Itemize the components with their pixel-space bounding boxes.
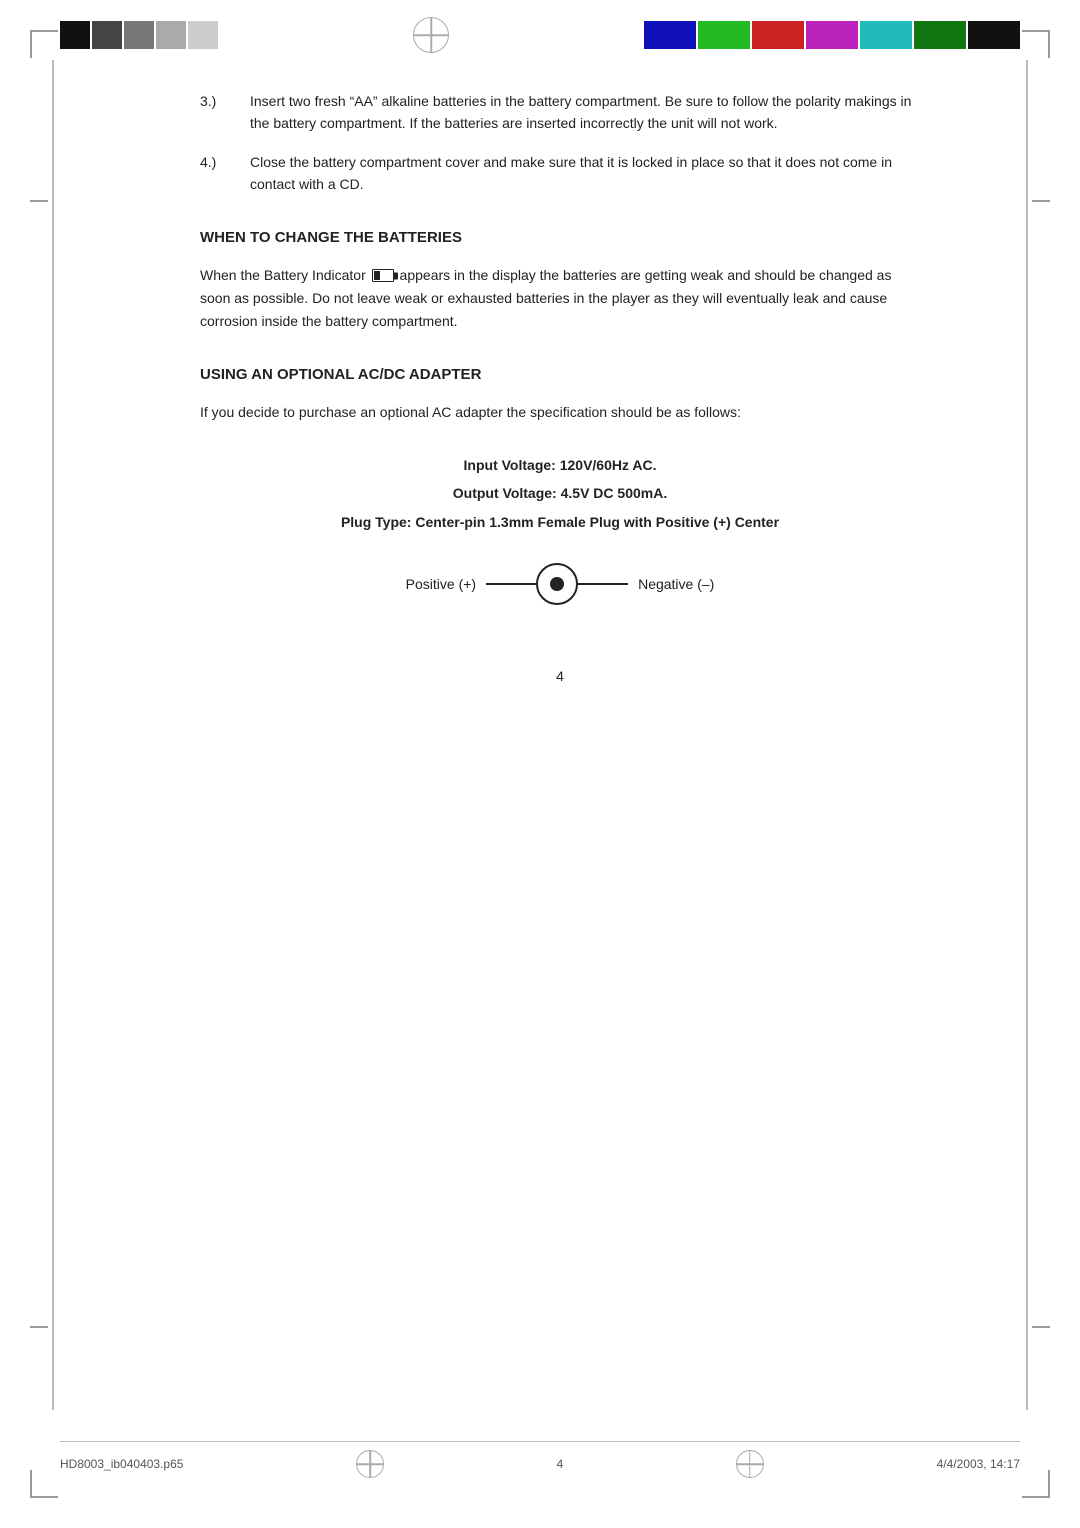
grayscale-bars <box>60 21 218 49</box>
tick-mark-left-top <box>30 200 48 202</box>
spec-line-3: Plug Type: Center-pin 1.3mm Female Plug … <box>200 511 920 533</box>
plug-circle-outer <box>536 563 578 605</box>
plug-positive-label: Positive (+) <box>406 573 476 595</box>
plug-negative-label: Negative (–) <box>638 573 714 595</box>
spec-line-2: Output Voltage: 4.5V DC 500mA. <box>200 482 920 504</box>
tick-mark-right-bottom <box>1032 1326 1050 1328</box>
footer-center: 4 <box>557 1457 564 1471</box>
steps-list: 3.) Insert two fresh “AA” alkaline batte… <box>200 90 920 196</box>
step-3-number: 3.) <box>200 90 250 135</box>
corner-mark-br <box>1022 1470 1050 1498</box>
plug-line-left <box>486 583 536 585</box>
step-3-text: Insert two fresh “AA” alkaline batteries… <box>250 90 920 135</box>
color-bar-green <box>698 21 750 49</box>
page-number: 4 <box>200 665 920 687</box>
corner-mark-bl <box>30 1470 58 1498</box>
step-4-item: 4.) Close the battery compartment cover … <box>200 151 920 196</box>
gray-bar-dark <box>92 21 122 49</box>
page-wrapper: 3.) Insert two fresh “AA” alkaline batte… <box>0 0 1080 1528</box>
tick-mark-right-top <box>1032 200 1050 202</box>
specs-block: Input Voltage: 120V/60Hz AC. Output Volt… <box>200 454 920 533</box>
battery-icon-inner <box>374 271 380 280</box>
step-3-item: 3.) Insert two fresh “AA” alkaline batte… <box>200 90 920 135</box>
top-bar <box>0 0 1080 70</box>
batteries-section-body: When the Battery Indicator appears in th… <box>200 264 920 333</box>
left-border-line <box>52 60 54 1410</box>
batteries-section-title: WHEN TO CHANGE THE BATTERIES <box>200 226 920 250</box>
color-bars-right <box>644 21 1020 49</box>
plug-circle-inner <box>550 577 564 591</box>
batteries-section: WHEN TO CHANGE THE BATTERIES When the Ba… <box>200 226 920 333</box>
gray-bar-lighter <box>188 21 218 49</box>
footer-crosshair-2 <box>736 1450 764 1478</box>
battery-icon <box>372 269 394 282</box>
right-border-line <box>1026 60 1028 1410</box>
plug-line-right <box>578 583 628 585</box>
footer-left: HD8003_ib040403.p65 <box>60 1457 183 1471</box>
footer-bar: HD8003_ib040403.p65 4 4/4/2003, 14:17 <box>60 1441 1020 1478</box>
step-4-number: 4.) <box>200 151 250 196</box>
color-bar-cyan <box>860 21 912 49</box>
color-bar-darkgreen <box>914 21 966 49</box>
color-bar-red <box>752 21 804 49</box>
gray-bar-black <box>60 21 90 49</box>
footer-right: 4/4/2003, 14:17 <box>937 1457 1020 1471</box>
footer-crosshair <box>356 1450 384 1478</box>
batteries-body-prefix: When the Battery Indicator <box>200 267 366 283</box>
color-bar-magenta <box>806 21 858 49</box>
color-bar-blue <box>644 21 696 49</box>
adapter-section-body: If you decide to purchase an optional AC… <box>200 401 920 424</box>
adapter-section-title: USING AN OPTIONAL AC/DC ADAPTER <box>200 363 920 387</box>
adapter-section: USING AN OPTIONAL AC/DC ADAPTER If you d… <box>200 363 920 424</box>
top-bar-inner <box>60 17 1020 53</box>
spec-line-1: Input Voltage: 120V/60Hz AC. <box>200 454 920 476</box>
plug-diagram: Positive (+) Negative (–) <box>200 563 920 605</box>
crosshair-center-top <box>413 17 449 53</box>
tick-mark-left-bottom <box>30 1326 48 1328</box>
gray-bar-mid <box>124 21 154 49</box>
color-bar-black <box>968 21 1020 49</box>
main-content: 3.) Insert two fresh “AA” alkaline batte… <box>0 70 1080 788</box>
step-4-text: Close the battery compartment cover and … <box>250 151 920 196</box>
gray-bar-light <box>156 21 186 49</box>
